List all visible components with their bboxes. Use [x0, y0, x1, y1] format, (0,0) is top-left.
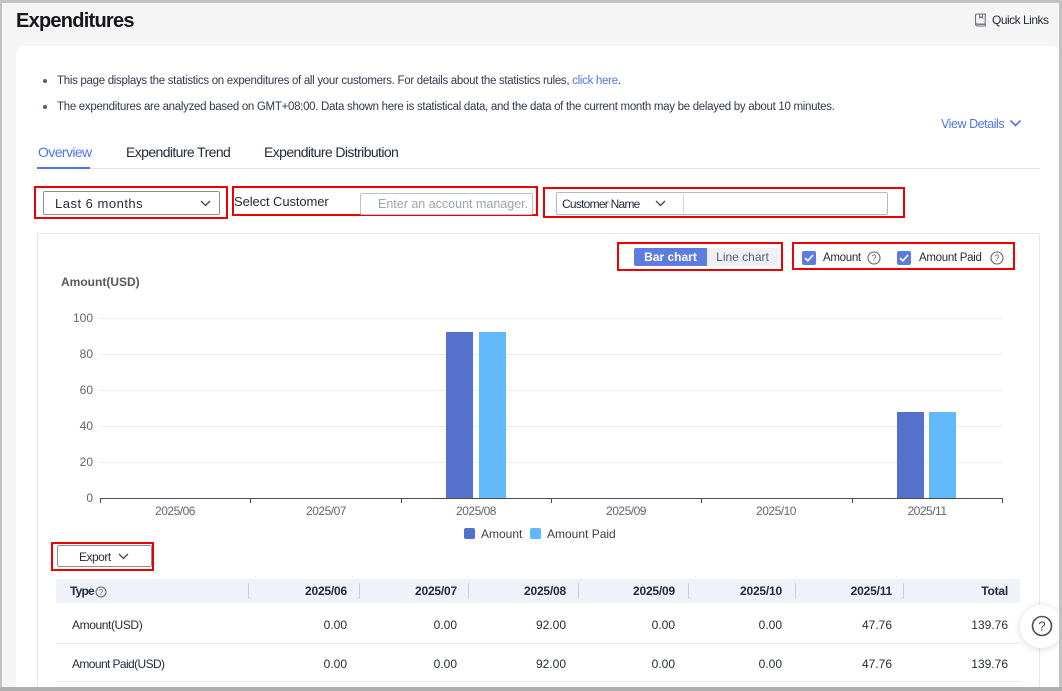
svg-text:?: ?	[871, 253, 876, 263]
svg-text:?: ?	[99, 587, 104, 596]
svg-text:?: ?	[1038, 619, 1045, 634]
svg-text:?: ?	[994, 253, 999, 263]
